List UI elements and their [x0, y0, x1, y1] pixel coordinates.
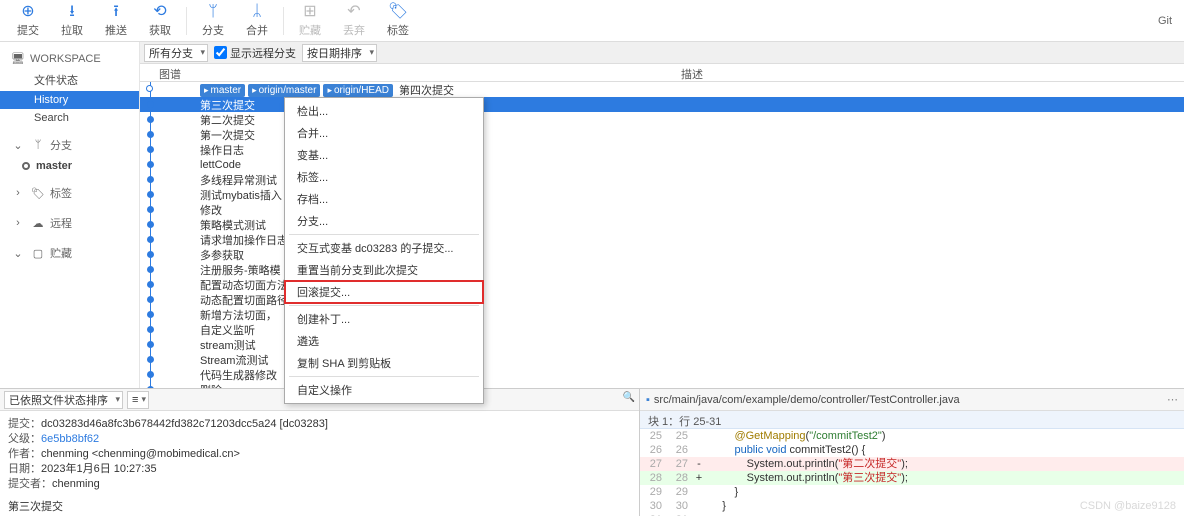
- list-header: 图谱 描述: [140, 64, 1184, 82]
- context-menu-item[interactable]: 重置当前分支到此次提交: [285, 259, 483, 281]
- tags-header[interactable]: ›🏷标签: [0, 181, 139, 205]
- chevron-down-icon: ⌄: [10, 139, 26, 152]
- fetch-button[interactable]: ⟲获取: [138, 1, 182, 41]
- more-icon[interactable]: ⋯: [1167, 393, 1178, 406]
- tag-icon: 🏷: [30, 187, 46, 200]
- context-menu[interactable]: 检出...合并...变基...标签...存档...分支... 交互式变基 dc03…: [284, 97, 484, 404]
- separator: [186, 7, 187, 35]
- context-menu-item[interactable]: 回滚提交...: [285, 281, 483, 303]
- upload-icon: ⭱: [113, 3, 119, 21]
- branch-badge: ▸origin/master: [248, 84, 320, 97]
- diff-line: 2828+ System.out.println("第三次提交");: [640, 471, 1184, 485]
- diff-line: 2626 public void commitTest2() {: [640, 443, 1184, 457]
- monitor-icon: 🖥: [10, 52, 26, 65]
- sidebar: 🖥WORKSPACE 文件状态 History Search ⌄ᛘ分支 mast…: [0, 42, 140, 388]
- context-menu-item[interactable]: 变基...: [285, 144, 483, 166]
- context-menu-item[interactable]: 存档...: [285, 188, 483, 210]
- branch-filter-combo[interactable]: 所有分支: [144, 44, 208, 62]
- sidebar-branch-master[interactable]: master: [0, 157, 139, 175]
- plus-circle-icon: ⊕: [21, 3, 34, 21]
- context-menu-item[interactable]: 复制 SHA 到剪贴板: [285, 352, 483, 374]
- stash-icon: ⊞: [303, 3, 316, 21]
- toolbar: ⊕提交 ⭳拉取 ⭱推送 ⟲获取 ᛘ分支 ᛦ合并 ⊞贮藏 ↶丢弃 🏷标签 Git: [0, 0, 1184, 42]
- dot-icon: [22, 162, 30, 170]
- file-icon: ▪: [646, 394, 650, 406]
- context-menu-item[interactable]: 交互式变基 dc03283 的子提交...: [285, 237, 483, 259]
- col-graph: 图谱: [140, 64, 200, 81]
- context-menu-item[interactable]: 分支...: [285, 210, 483, 232]
- diff-line: 2727- System.out.println("第二次提交");: [640, 457, 1184, 471]
- diff-hunk-header: 块 1：行 25-31: [640, 411, 1184, 429]
- parent-hash-link[interactable]: 6e5bb8bf62: [41, 433, 99, 445]
- commit-button[interactable]: ⊕提交: [6, 1, 50, 41]
- bottom-panel: 已依照文件状态排序 ≡ 🔍 提交：dc03283d46a8fc3b678442f…: [0, 388, 1184, 516]
- branch-badge: ▸master: [200, 84, 245, 97]
- discard-icon: ↶: [347, 3, 360, 21]
- context-menu-item[interactable]: 遴选: [285, 330, 483, 352]
- branch-icon: ᛘ: [30, 139, 46, 151]
- sidebar-item-history[interactable]: History: [0, 91, 139, 109]
- context-menu-item[interactable]: 检出...: [285, 100, 483, 122]
- diff-line: 3030 }: [640, 499, 1184, 513]
- tag-button[interactable]: 🏷标签: [376, 1, 420, 41]
- diff-file-bar[interactable]: ▪ src/main/java/com/example/demo/control…: [640, 389, 1184, 411]
- push-button[interactable]: ⭱推送: [94, 1, 138, 41]
- fetch-icon: ⟲: [153, 3, 166, 21]
- chevron-right-icon: ›: [10, 187, 26, 199]
- sort-files-combo[interactable]: 已依照文件状态排序: [4, 391, 123, 409]
- workspace-header[interactable]: 🖥WORKSPACE: [0, 48, 139, 69]
- search-icon[interactable]: 🔍: [623, 392, 635, 408]
- diff-line: 2929 }: [640, 485, 1184, 499]
- chevron-down-icon: ⌄: [10, 247, 26, 260]
- git-label: Git: [1158, 15, 1178, 27]
- tag-icon: 🏷: [388, 3, 408, 21]
- context-menu-item[interactable]: 标签...: [285, 166, 483, 188]
- chevron-right-icon: ›: [10, 217, 26, 229]
- pull-button[interactable]: ⭳拉取: [50, 1, 94, 41]
- merge-button[interactable]: ᛦ合并: [235, 1, 279, 41]
- sidebar-item-search[interactable]: Search: [0, 109, 139, 127]
- separator: [283, 7, 284, 35]
- merge-icon: ᛦ: [252, 3, 262, 21]
- sidebar-item-filestatus[interactable]: 文件状态: [0, 69, 139, 91]
- commit-detail-panel: 已依照文件状态排序 ≡ 🔍 提交：dc03283d46a8fc3b678442f…: [0, 389, 640, 516]
- branch-badge: ▸origin/HEAD: [323, 84, 393, 97]
- commit-row[interactable]: ▸master▸origin/master▸origin/HEAD第四次提交: [140, 82, 1184, 97]
- branch-button[interactable]: ᛘ分支: [191, 1, 235, 41]
- sort-combo[interactable]: 按日期排序: [302, 44, 377, 62]
- col-desc: 描述: [200, 64, 1184, 81]
- context-menu-item[interactable]: 创建补丁...: [285, 308, 483, 330]
- branch-header[interactable]: ⌄ᛘ分支: [0, 133, 139, 157]
- box-icon: ▢: [30, 247, 46, 260]
- download-icon: ⭳: [69, 3, 75, 21]
- filter-bar: 所有分支 显示远程分支 按日期排序: [140, 42, 1184, 64]
- show-remote-checkbox[interactable]: 显示远程分支: [214, 45, 296, 61]
- discard-button[interactable]: ↶丢弃: [332, 1, 376, 41]
- commit-message: 第三次提交: [8, 500, 631, 515]
- diff-line: 2525 @GetMapping("/commitTest2"): [640, 429, 1184, 443]
- view-mode-combo[interactable]: ≡: [127, 391, 149, 409]
- diff-body: 2525 @GetMapping("/commitTest2")2626 pub…: [640, 429, 1184, 516]
- stash-header[interactable]: ⌄▢贮藏: [0, 241, 139, 265]
- cloud-icon: ☁: [30, 217, 46, 230]
- commit-detail-body: 提交：dc03283d46a8fc3b678442fd382c71203dcc5…: [0, 411, 639, 516]
- remote-header[interactable]: ›☁远程: [0, 211, 139, 235]
- context-menu-item[interactable]: 自定义操作: [285, 379, 483, 401]
- diff-panel: ▪ src/main/java/com/example/demo/control…: [640, 389, 1184, 516]
- diff-file-path: src/main/java/com/example/demo/controlle…: [654, 394, 960, 406]
- context-menu-item[interactable]: 合并...: [285, 122, 483, 144]
- branch-icon: ᛘ: [208, 3, 218, 21]
- stash-button[interactable]: ⊞贮藏: [288, 1, 332, 41]
